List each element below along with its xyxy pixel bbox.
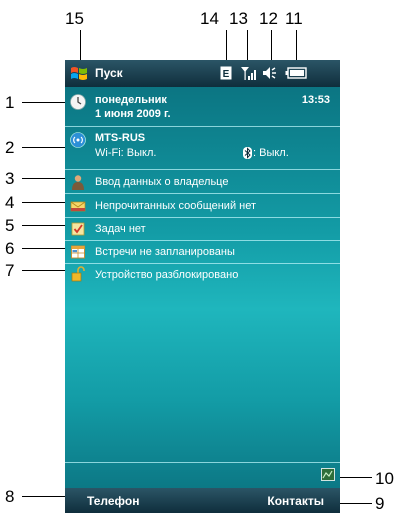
separator xyxy=(65,217,340,218)
start-label[interactable]: Пуск xyxy=(95,66,123,80)
callout-6-leader xyxy=(22,248,68,249)
tasks-label: Задач нет xyxy=(95,223,146,235)
separator xyxy=(65,263,340,264)
callout-6: 6 xyxy=(5,239,15,258)
windows-flag-icon[interactable] xyxy=(69,64,89,83)
title-bar: Пуск E xyxy=(65,60,340,87)
callout-1: 1 xyxy=(5,93,15,112)
clock-icon xyxy=(70,94,86,110)
operator-label: MTS-RUS xyxy=(95,132,146,144)
wifi-status[interactable]: Wi-Fi: Выкл. xyxy=(95,147,156,159)
svg-text:E: E xyxy=(223,69,230,80)
separator xyxy=(65,462,340,463)
callout-3-leader xyxy=(22,178,68,179)
wireless-icon xyxy=(70,132,86,148)
appointments-item[interactable]: Встречи не запланированы xyxy=(65,242,340,262)
battery-icon[interactable] xyxy=(285,66,307,80)
appointments-label: Встречи не запланированы xyxy=(95,246,235,258)
device-lock-item[interactable]: Устройство разблокировано xyxy=(65,265,340,285)
date-row[interactable]: понедельник 1 июня 2009 г. 13:53 xyxy=(65,92,340,124)
callout-7: 7 xyxy=(5,261,15,280)
date-label: 1 июня 2009 г. xyxy=(95,108,171,120)
signal-icon[interactable] xyxy=(240,66,256,80)
callout-14: 14 xyxy=(200,9,219,28)
callout-11: 11 xyxy=(285,9,303,28)
weekday-label: понедельник xyxy=(95,94,167,106)
callout-2-leader xyxy=(22,147,68,148)
messages-item[interactable]: Непрочитанных сообщений нет xyxy=(65,196,340,216)
callout-8-leader xyxy=(22,496,68,497)
owner-icon xyxy=(72,175,84,190)
callout-8: 8 xyxy=(5,487,15,506)
callout-4: 4 xyxy=(5,193,15,212)
time-label: 13:53 xyxy=(301,94,330,106)
phone-softkey[interactable]: Телефон xyxy=(87,494,139,508)
connectivity-row[interactable]: MTS-RUS Wi-Fi: Выкл. : Выкл. xyxy=(65,129,340,165)
callout-1-leader xyxy=(22,102,68,103)
callout-5-leader xyxy=(22,225,68,226)
callout-2: 2 xyxy=(5,138,15,157)
speaker-icon[interactable] xyxy=(262,66,278,80)
contacts-softkey[interactable]: Контакты xyxy=(267,494,324,508)
callout-3: 3 xyxy=(5,169,15,188)
callout-10: 10 xyxy=(375,469,394,488)
callout-7-leader xyxy=(22,270,68,271)
separator xyxy=(65,193,340,194)
input-panel-icon[interactable] xyxy=(321,468,335,481)
bluetooth-icon[interactable] xyxy=(243,147,252,159)
separator xyxy=(65,240,340,241)
callout-15: 15 xyxy=(65,9,84,28)
softkey-bar: Телефон Контакты xyxy=(65,488,340,513)
lock-icon xyxy=(71,266,85,282)
callout-14-leader xyxy=(226,30,227,64)
callout-4-leader xyxy=(22,202,68,203)
separator xyxy=(65,126,340,127)
callout-12-leader xyxy=(271,30,272,64)
separator xyxy=(65,169,340,170)
mail-icon xyxy=(70,201,86,212)
callout-15-leader xyxy=(80,30,81,62)
calendar-icon xyxy=(71,245,85,259)
callout-13-leader xyxy=(247,30,248,64)
messages-label: Непрочитанных сообщений нет xyxy=(95,200,257,212)
owner-info-item[interactable]: Ввод данных о владельце xyxy=(65,172,340,192)
callout-5: 5 xyxy=(5,216,15,235)
callout-11-leader xyxy=(296,30,297,64)
callout-9: 9 xyxy=(375,494,385,513)
callout-13: 13 xyxy=(229,9,248,28)
owner-info-label: Ввод данных о владельце xyxy=(95,176,229,188)
device-lock-label: Устройство разблокировано xyxy=(95,269,239,281)
tasks-item[interactable]: Задач нет xyxy=(65,219,340,239)
bluetooth-status: : Выкл. xyxy=(253,147,289,159)
e-data-icon: E xyxy=(220,66,232,80)
today-screen: Пуск E понедельник 1 июня 2009 г. 13:53 … xyxy=(65,60,340,513)
tasks-icon xyxy=(71,222,85,236)
callout-12: 12 xyxy=(259,9,278,28)
